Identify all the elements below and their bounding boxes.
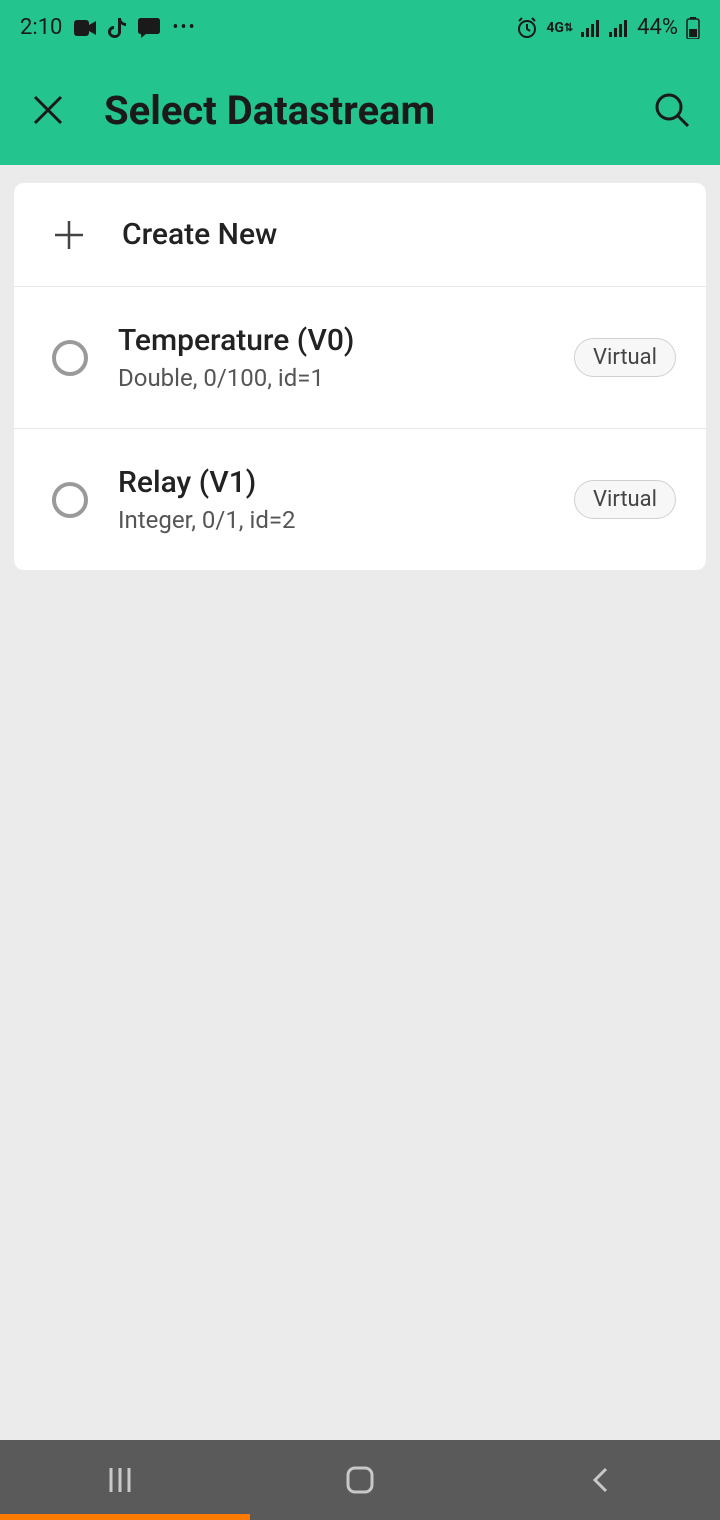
battery-icon	[686, 17, 700, 39]
page-title: Select Datastream	[104, 87, 616, 134]
create-new-button[interactable]: Create New	[14, 183, 706, 287]
datastream-subtitle: Integer, 0/1, id=2	[118, 506, 544, 534]
nav-home-button[interactable]	[310, 1455, 410, 1505]
type-badge: Virtual	[574, 480, 676, 519]
radio-unselected[interactable]	[52, 482, 88, 518]
status-right: 4G⇅ 44%	[516, 15, 700, 40]
close-button[interactable]	[28, 90, 68, 130]
status-time: 2:10	[20, 15, 62, 40]
video-icon	[74, 20, 96, 36]
create-new-label: Create New	[122, 217, 277, 252]
datastream-title: Temperature (V0)	[118, 323, 544, 358]
datastream-card: Create New Temperature (V0) Double, 0/10…	[14, 183, 706, 570]
datastream-row[interactable]: Temperature (V0) Double, 0/100, id=1 Vir…	[14, 287, 706, 429]
battery-text: 44%	[637, 15, 678, 40]
search-button[interactable]	[652, 90, 692, 130]
datastream-text: Temperature (V0) Double, 0/100, id=1	[118, 323, 544, 392]
alarm-icon	[516, 17, 538, 39]
more-icon: •••	[172, 17, 196, 38]
nav-indicator	[0, 1514, 250, 1520]
datastream-text: Relay (V1) Integer, 0/1, id=2	[118, 465, 544, 534]
status-left: 2:10 •••	[20, 15, 197, 40]
datastream-subtitle: Double, 0/100, id=1	[118, 364, 544, 392]
plus-icon	[52, 218, 86, 252]
app-bar: Select Datastream	[0, 55, 720, 165]
datastream-row[interactable]: Relay (V1) Integer, 0/1, id=2 Virtual	[14, 429, 706, 570]
tiktok-icon	[108, 18, 126, 38]
content-area: Create New Temperature (V0) Double, 0/10…	[0, 165, 720, 588]
signal-icon	[581, 19, 601, 37]
signal-icon-2	[609, 19, 629, 37]
radio-unselected[interactable]	[52, 340, 88, 376]
nav-recents-button[interactable]	[70, 1455, 170, 1505]
status-bar: 2:10 ••• 4G⇅ 44%	[0, 0, 720, 55]
type-badge: Virtual	[574, 338, 676, 377]
network-4g-icon: 4G⇅	[546, 21, 573, 35]
navigation-bar	[0, 1440, 720, 1520]
nav-back-button[interactable]	[550, 1455, 650, 1505]
datastream-title: Relay (V1)	[118, 465, 544, 500]
chat-icon	[138, 18, 160, 38]
